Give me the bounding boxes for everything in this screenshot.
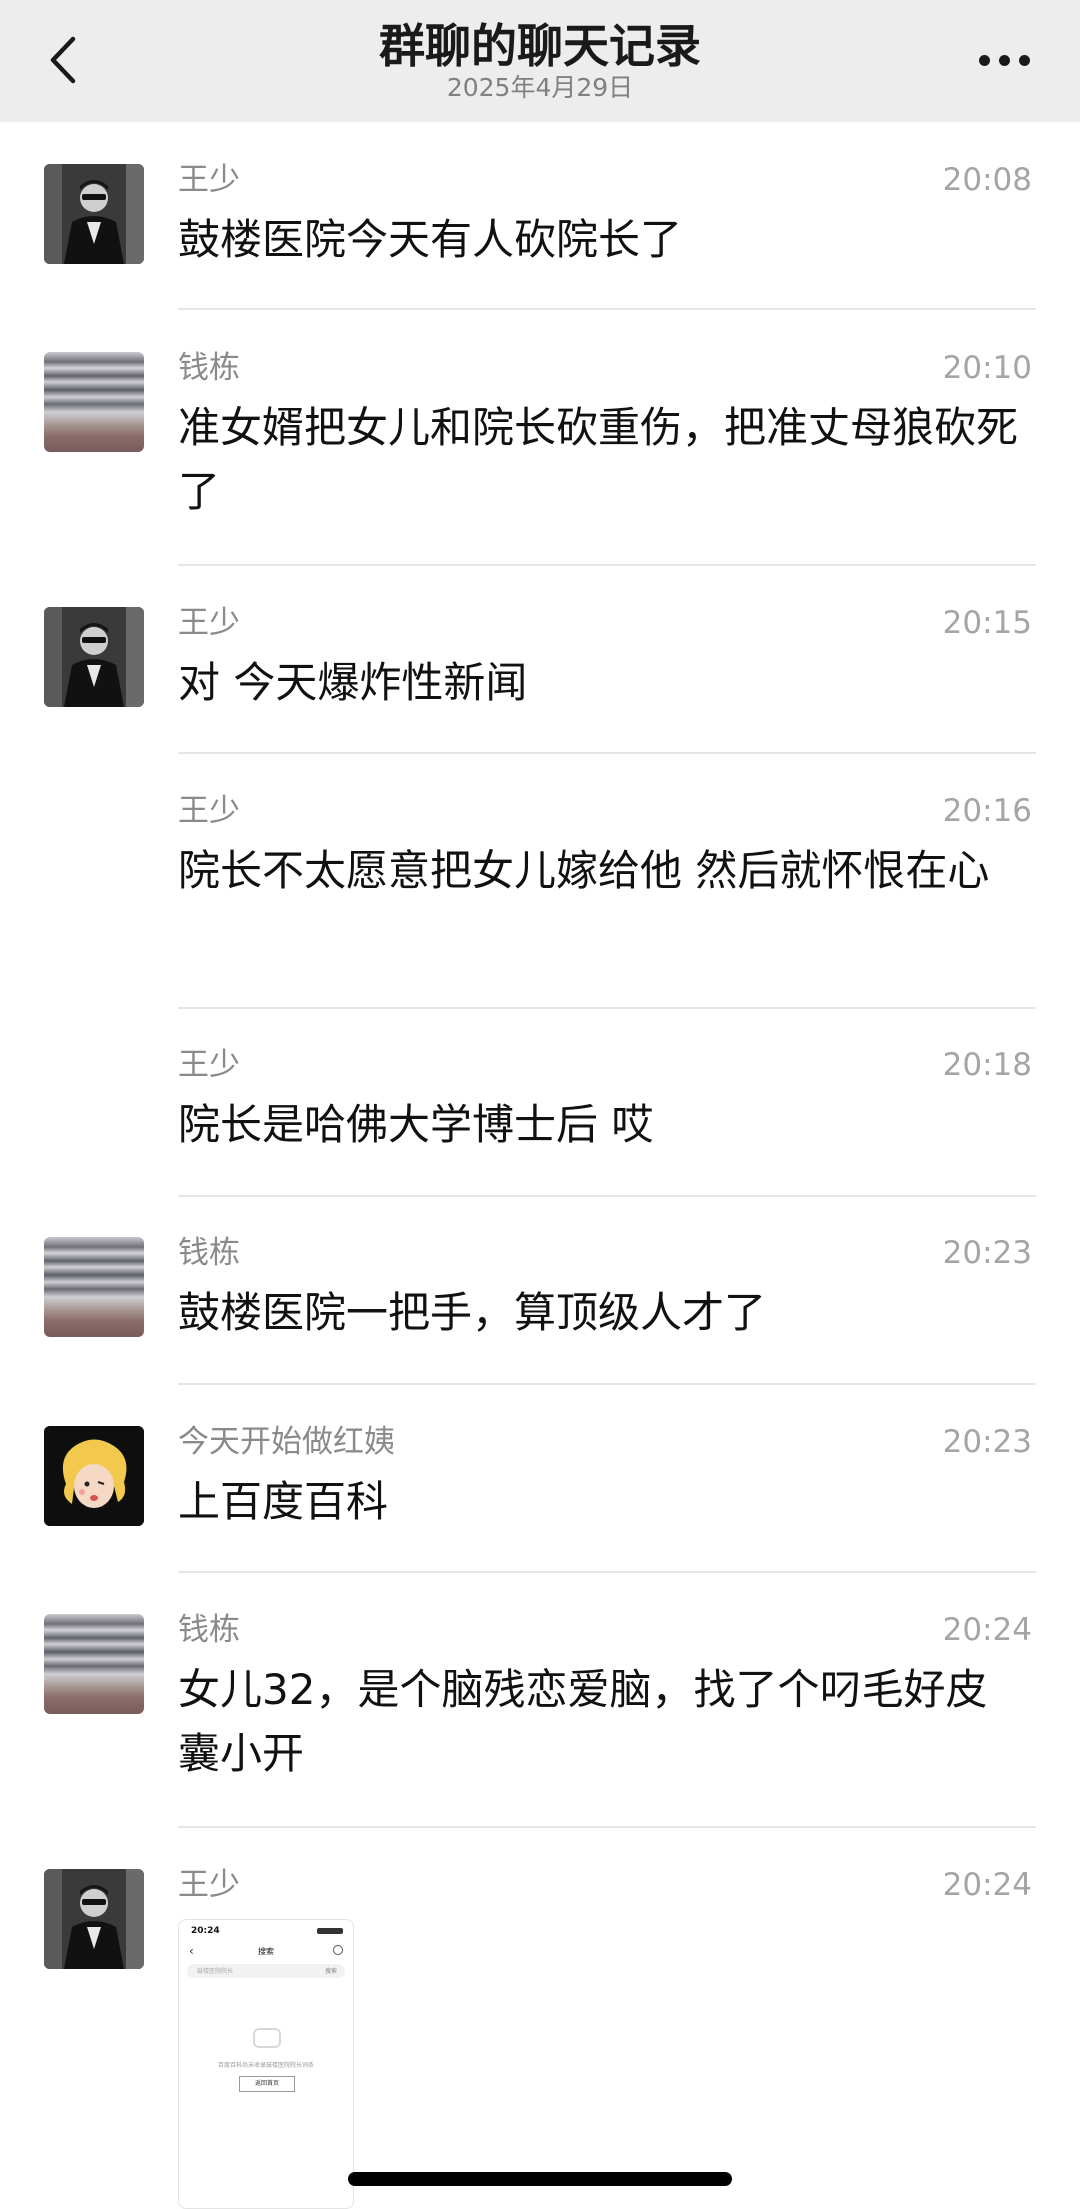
- divider: [178, 1571, 1036, 1573]
- divider: [178, 308, 1036, 310]
- page-title: 群聊的聊天记录: [379, 19, 701, 73]
- thumb-close-icon: [333, 1945, 343, 1955]
- message-time: 20:08: [942, 162, 1032, 198]
- message-time: 20:18: [942, 1047, 1032, 1083]
- message-text: 鼓楼医院今天有人砍院长了: [178, 215, 683, 264]
- divider: [178, 1383, 1036, 1385]
- sender-name: 今天开始做红姨: [178, 1424, 395, 1460]
- avatar[interactable]: [44, 164, 144, 264]
- thumb-empty-message: 百度百科尚未收录鼓楼医院院长词条: [217, 2062, 314, 2069]
- sender-name: 王少: [178, 162, 240, 198]
- sender-name: 钱栋: [178, 350, 240, 386]
- sender-name: 王少: [178, 1047, 240, 1083]
- avatar-man-suit: [44, 164, 144, 264]
- divider: [178, 1007, 1036, 1009]
- thumb-search-action: 搜索: [324, 1968, 337, 1975]
- avatar-man-suit: [44, 607, 144, 707]
- divider: [178, 1826, 1036, 1828]
- message-text: 对 今天爆炸性新闻: [178, 658, 528, 707]
- avatar[interactable]: [44, 1237, 144, 1337]
- avatar[interactable]: [44, 1426, 144, 1526]
- message-text: 鼓楼医院一把手，算顶级人才了: [178, 1288, 767, 1337]
- more-icon: [978, 54, 990, 66]
- thumb-page-title: 搜索: [258, 1947, 274, 1956]
- message-time: 20:23: [942, 1235, 1032, 1271]
- message-text: 准女婿把女儿和院长砍重伤，把准丈母狼砍死了: [178, 403, 1019, 516]
- thumb-search-placeholder: 鼓楼医院院长: [197, 1968, 234, 1975]
- message-text: 院长不太愿意把女儿嫁给他 然后就怀恨在心: [178, 846, 990, 895]
- page-date: 2025年4月29日: [446, 73, 634, 102]
- divider: [178, 752, 1036, 754]
- sender-name: 王少: [178, 1867, 240, 1903]
- thumb-search-bar: 鼓楼医院院长 搜索: [187, 1964, 345, 1978]
- avatar-cartoon-girl: [44, 1426, 144, 1526]
- divider: [178, 1195, 1036, 1197]
- more-button[interactable]: [968, 36, 1040, 84]
- avatar[interactable]: [44, 1869, 144, 1969]
- image-thumbnail[interactable]: 20:24 ‹ 搜索 鼓楼医院院长 搜索 百度百科尚未收录鼓楼医院院长词条 返回…: [178, 1919, 354, 2209]
- sender-name: 钱栋: [178, 1235, 240, 1271]
- avatar[interactable]: [44, 352, 144, 452]
- sender-name: 钱栋: [178, 1612, 240, 1648]
- message-time: 20:23: [942, 1424, 1032, 1460]
- divider: [178, 564, 1036, 566]
- sender-name: 王少: [178, 793, 240, 829]
- thumb-empty-icon: [253, 2028, 281, 2048]
- chat-header: 群聊的聊天记录 2025年4月29日: [0, 0, 1080, 122]
- message-time: 20:10: [942, 350, 1032, 386]
- more-icon-dot: [998, 54, 1010, 66]
- thumb-return-button: 返回首页: [239, 2076, 295, 2092]
- thumb-status-icons: [317, 1928, 343, 1934]
- sender-name: 王少: [178, 605, 240, 641]
- avatar-man-suit: [44, 1869, 144, 1969]
- more-icon-dot: [1018, 54, 1030, 66]
- message-time: 20:15: [942, 605, 1032, 641]
- thumb-status-time: 20:24: [191, 1926, 220, 1936]
- message-time: 20:16: [942, 793, 1032, 829]
- message-text: 院长是哈佛大学博士后 哎: [178, 1100, 654, 1149]
- home-indicator: [348, 2172, 732, 2186]
- message-time: 20:24: [942, 1867, 1032, 1903]
- avatar[interactable]: [44, 607, 144, 707]
- message-time: 20:24: [942, 1612, 1032, 1648]
- message-text: 上百度百科: [178, 1477, 389, 1526]
- avatar[interactable]: [44, 1614, 144, 1714]
- message-text: 女儿32，是个脑残恋爱脑，找了个叼毛好皮囊小开: [178, 1665, 988, 1778]
